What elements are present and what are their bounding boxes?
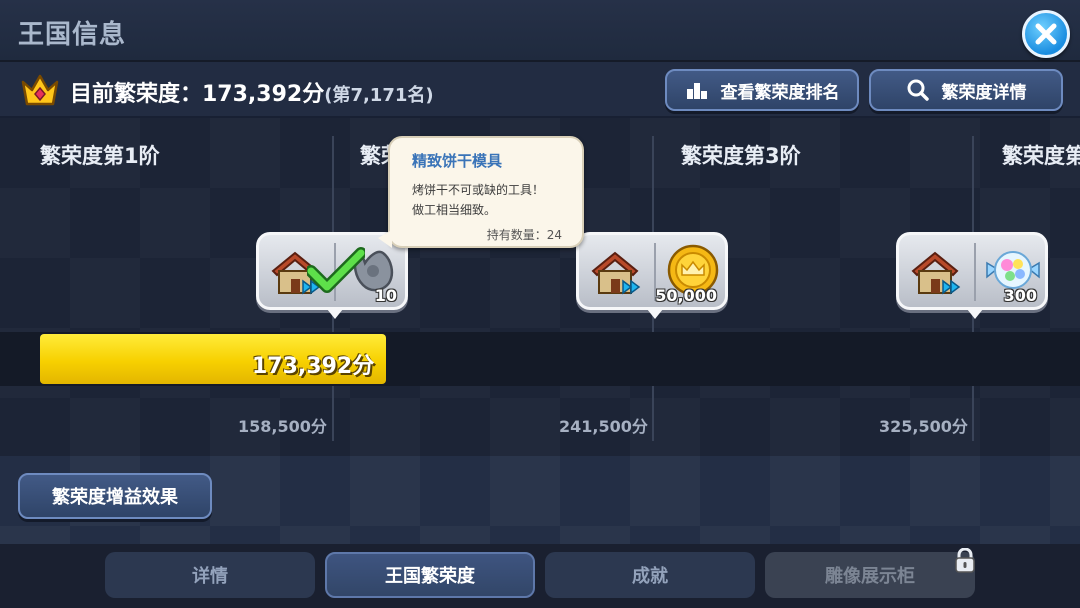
threshold-label: 325,500分 <box>879 417 968 436</box>
tab-kingdom-prosperity[interactable]: 王国繁荣度 <box>325 552 535 598</box>
threshold-label: 241,500分 <box>559 417 648 436</box>
current-prosperity: 目前繁荣度：173,392分(第7,171名) <box>70 76 434 108</box>
crown-icon <box>21 74 59 106</box>
lock-icon <box>955 548 975 573</box>
prosperity-details-button[interactable]: 繁荣度详情 <box>869 69 1063 111</box>
reward-card-2[interactable]: 50,000 <box>576 232 728 319</box>
tier-label-4: 繁荣度第4阶 <box>1002 144 1080 168</box>
tab-achievements[interactable]: 成就 <box>545 552 755 598</box>
prosperity-bar: 目前繁荣度：173,392分(第7,171名) 查看繁荣度排名 繁荣度详情 <box>0 62 1080 118</box>
tab-details[interactable]: 详情 <box>105 552 315 598</box>
rank-text: (第7,171名) <box>324 85 434 106</box>
progress-value: 173,392分 <box>252 354 375 379</box>
tooltip-pointer <box>378 230 392 248</box>
prosperity-details-label: 繁荣度详情 <box>941 82 1027 103</box>
reward-quantity: 10 <box>374 286 397 305</box>
house-icon <box>911 251 961 295</box>
tier-label-3: 繁荣度第3阶 <box>681 144 801 168</box>
reward-divider <box>974 243 976 301</box>
tab-statue-showcase[interactable]: 雕像展示柜 <box>765 552 975 598</box>
window-title: 王国信息 <box>18 20 127 50</box>
close-button[interactable] <box>1022 10 1070 58</box>
tooltip-desc-line1: 烤饼干不可或缺的工具！ <box>412 183 545 197</box>
reward-quantity: 50,000 <box>655 286 717 305</box>
tab-bar: 详情 王国繁荣度 成就 雕像展示柜 <box>0 544 1080 608</box>
prosperity-value: 目前繁荣度：173,392分 <box>70 82 325 107</box>
claimed-check-icon <box>307 247 365 293</box>
house-icon <box>591 251 641 295</box>
tooltip-description: 烤饼干不可或缺的工具！ 做工相当细致。 <box>412 180 544 220</box>
prosperity-boost-button[interactable]: 繁荣度增益效果 <box>18 473 212 519</box>
reward-card-3[interactable]: 300 <box>896 232 1048 319</box>
reward-quantity: 300 <box>1003 286 1037 305</box>
tooltip-owned-count: 持有数量：24 <box>486 228 562 242</box>
search-icon <box>907 79 929 101</box>
close-icon <box>1035 23 1057 45</box>
title-bar: 王国信息 <box>0 0 1080 62</box>
tier-label-1: 繁荣度第1阶 <box>40 144 160 168</box>
podium-icon <box>686 83 707 99</box>
tooltip-title: 精致饼干模具 <box>412 152 503 170</box>
view-ranking-label: 查看繁荣度排名 <box>720 82 840 103</box>
view-ranking-button[interactable]: 查看繁荣度排名 <box>665 69 859 111</box>
item-tooltip: 精致饼干模具 烤饼干不可或缺的工具！ 做工相当细致。 持有数量：24 <box>378 136 584 248</box>
threshold-label: 158,500分 <box>238 417 327 436</box>
tooltip-desc-line2: 做工相当细致。 <box>412 203 497 217</box>
